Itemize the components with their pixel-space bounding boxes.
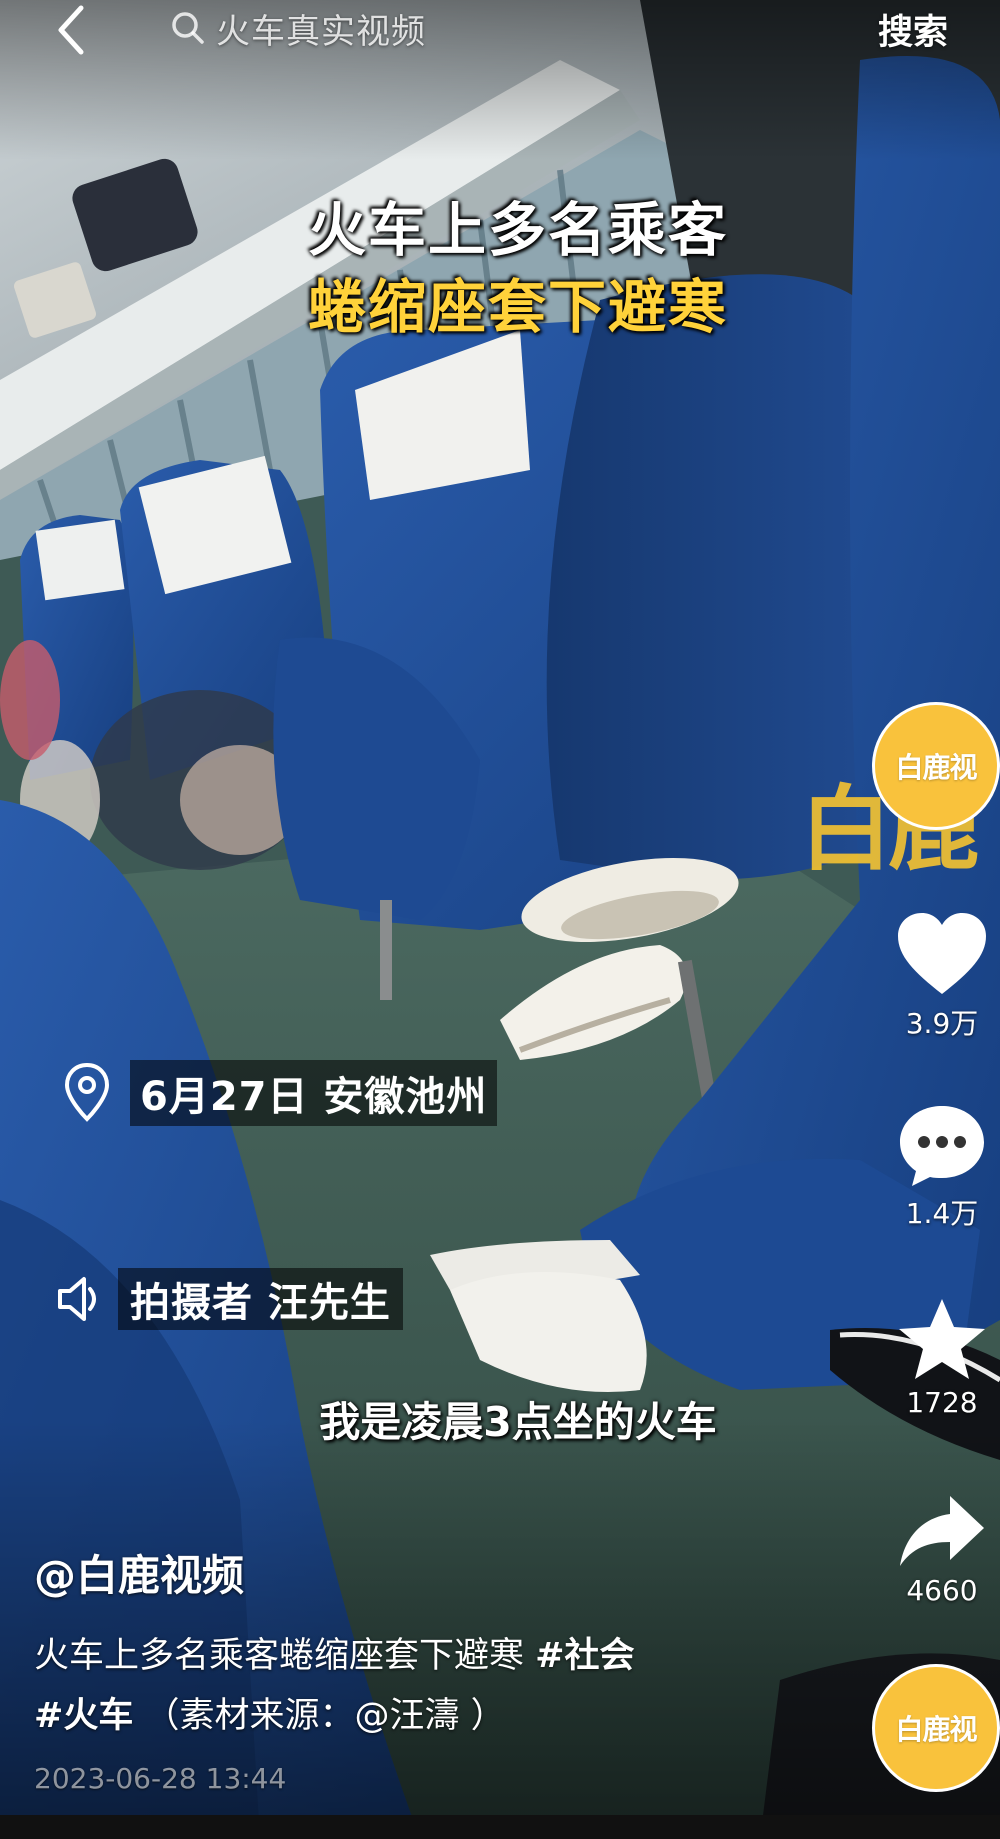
comment-count: 1.4万: [905, 1197, 979, 1230]
comment-bubble-icon: [900, 1106, 984, 1186]
location-pin-icon: [64, 1062, 110, 1122]
video-player-screen[interactable]: 火车真实视频 搜索 火车上多名乘客 蜷缩座套下避寒 6月27日 安徽池州 拍摄者…: [0, 0, 1000, 1839]
favorite-count: 1728: [906, 1386, 978, 1419]
video-location-overlay: 6月27日 安徽池州: [62, 1060, 498, 1126]
hashtag-train[interactable]: #火车: [34, 1696, 133, 1736]
video-reporter-overlay: 拍摄者 汪先生: [54, 1268, 403, 1330]
top-search-bar: 火车真实视频 搜索: [0, 0, 1000, 70]
bottom-edge: [0, 1815, 1000, 1839]
share-count: 4660: [906, 1574, 978, 1607]
share-button[interactable]: 4660: [884, 1490, 1000, 1607]
music-avatar-label: 白鹿视: [895, 1713, 977, 1746]
source-note: （素材来源：@汪濤 ）: [144, 1696, 506, 1736]
post-description: 火车上多名乘客蜷缩座套下避寒 #社会 #火车 （素材来源：@汪濤 ）: [34, 1626, 794, 1746]
heart-icon: [898, 913, 986, 994]
chevron-left-icon: [58, 5, 84, 55]
search-query-text: 火车真实视频: [216, 11, 426, 52]
description-text: 火车上多名乘客蜷缩座套下避寒: [34, 1636, 536, 1676]
author-avatar[interactable]: 白鹿视: [872, 702, 1000, 830]
search-button[interactable]: 搜索: [878, 4, 948, 55]
search-icon: [172, 12, 204, 44]
video-caption-line-2: 蜷缩座套下避寒: [307, 273, 728, 341]
author-name[interactable]: @白鹿视频: [34, 1542, 244, 1603]
post-timestamp: 2023-06-28 13:44: [34, 1762, 287, 1795]
reporter-text: 拍摄者 汪先生: [118, 1268, 403, 1330]
favorite-button[interactable]: 1728: [884, 1296, 1000, 1419]
music-disc-avatar[interactable]: 白鹿视: [872, 1664, 1000, 1792]
avatar-label: 白鹿视: [895, 751, 977, 784]
search-input[interactable]: 火车真实视频: [168, 0, 828, 56]
like-count: 3.9万: [905, 1007, 979, 1040]
video-caption-line-1: 火车上多名乘客: [307, 196, 728, 264]
comment-button[interactable]: 1.4万: [884, 1102, 1000, 1232]
hashtag-social[interactable]: #社会: [535, 1636, 634, 1676]
share-arrow-icon: [900, 1496, 984, 1566]
location-text: 6月27日 安徽池州: [130, 1060, 498, 1126]
video-subtitle: 我是凌晨3点坐的火车: [319, 1398, 717, 1446]
back-button[interactable]: [46, 2, 96, 58]
like-button[interactable]: 3.9万: [884, 910, 1000, 1042]
star-icon: [899, 1299, 985, 1379]
speaker-icon: [58, 1277, 96, 1321]
